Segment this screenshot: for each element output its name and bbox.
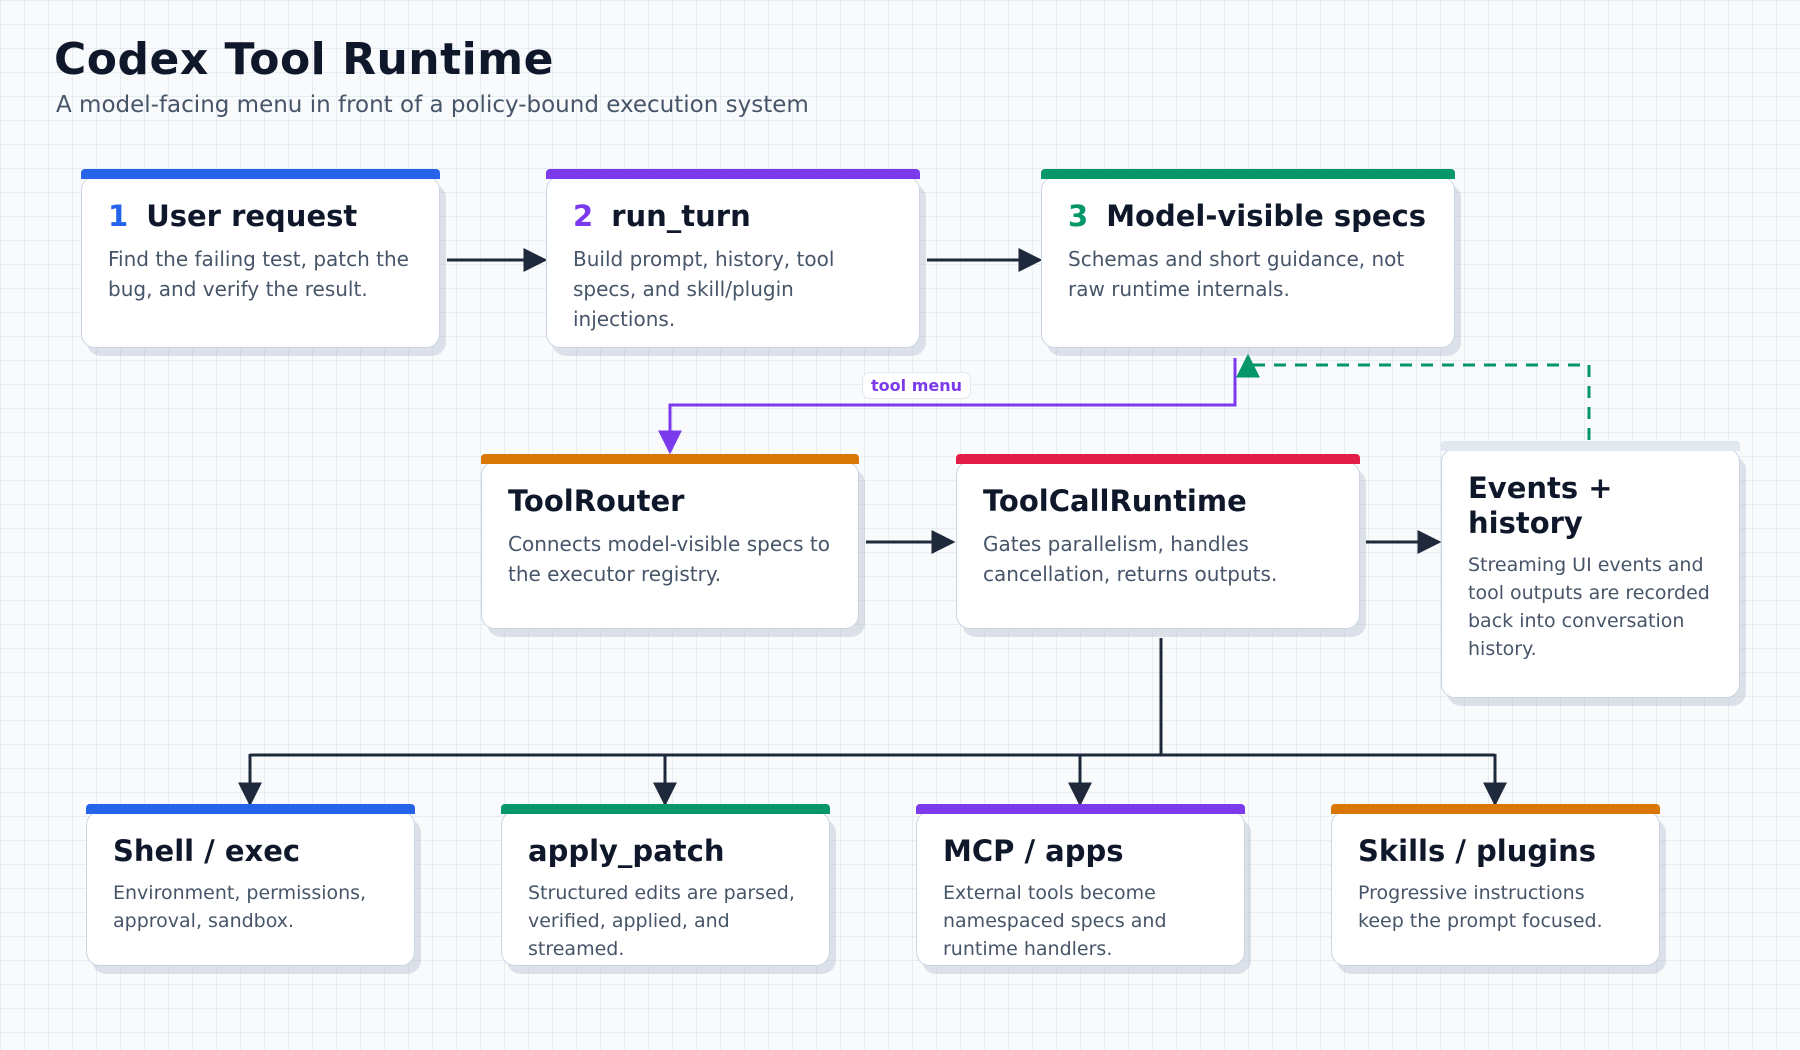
node-description: Gates parallelism, handles cancellation,… (983, 531, 1278, 586)
node-tool-call-runtime: ToolCallRuntime Gates parallelism, handl… (956, 454, 1360, 629)
node-description: External tools become namespaced specs a… (943, 881, 1167, 960)
node-description: Progressive instructions keep the prompt… (1358, 881, 1603, 932)
node-shell-exec: Shell / exec Environment, permissions, a… (86, 804, 415, 966)
node-mcp-apps: MCP / apps External tools become namespa… (916, 804, 1245, 966)
accent-bar (481, 454, 859, 464)
node-description: Connects model-visible specs to the exec… (508, 531, 830, 586)
node-title: ToolRouter (508, 484, 685, 518)
node-tool-router: ToolRouter Connects model-visible specs … (481, 454, 859, 629)
node-title: 1 User request (108, 199, 413, 234)
accent-bar (1331, 804, 1660, 814)
node-description: Schemas and short guidance, not raw runt… (1068, 246, 1405, 301)
accent-bar (1041, 169, 1455, 179)
step-number: 1 (108, 199, 129, 233)
node-title: Events + history (1468, 471, 1613, 540)
node-title: 2 run_turn (573, 199, 893, 234)
node-skills-plugins: Skills / plugins Progressive instruction… (1331, 804, 1660, 966)
step-number: 3 (1068, 199, 1089, 233)
node-description: Structured edits are parsed, verified, a… (528, 881, 795, 960)
node-title: Skills / plugins (1358, 834, 1596, 868)
node-title-text: run_turn (611, 199, 751, 233)
edge-label-tool-menu: tool menu (862, 372, 971, 399)
node-title: apply_patch (528, 834, 725, 868)
node-run-turn: 2 run_turn Build prompt, history, tool sp… (546, 169, 920, 348)
accent-bar (546, 169, 920, 179)
accent-bar (956, 454, 1360, 464)
node-user-request: 1 User request Find the failing test, pat… (81, 169, 440, 348)
node-title-text: User request (146, 199, 358, 233)
node-description: Environment, permissions, approval, sand… (113, 881, 367, 932)
node-title-text: Model-visible specs (1106, 199, 1427, 233)
accent-bar (81, 169, 440, 179)
node-description: Build prompt, history, tool specs, and s… (573, 246, 835, 331)
accent-bar (501, 804, 830, 814)
node-events-history: Events + history Streaming UI events and… (1441, 441, 1740, 698)
node-description: Find the failing test, patch the bug, an… (108, 246, 409, 301)
node-title: 3 Model-visible specs (1068, 199, 1428, 234)
node-model-visible-specs: 3 Model-visible specs Schemas and short g… (1041, 169, 1455, 348)
accent-bar (916, 804, 1245, 814)
edge-events-history-to-model-specs (1236, 353, 1591, 440)
node-title: Shell / exec (113, 834, 301, 868)
accent-bar (86, 804, 415, 814)
accent-bar (1441, 441, 1740, 451)
node-title: MCP / apps (943, 834, 1124, 868)
node-title: ToolCallRuntime (983, 484, 1247, 518)
step-number: 2 (573, 199, 594, 233)
node-description: Streaming UI events and tool outputs are… (1468, 553, 1710, 660)
node-apply-patch: apply_patch Structured edits are parsed,… (501, 804, 830, 966)
